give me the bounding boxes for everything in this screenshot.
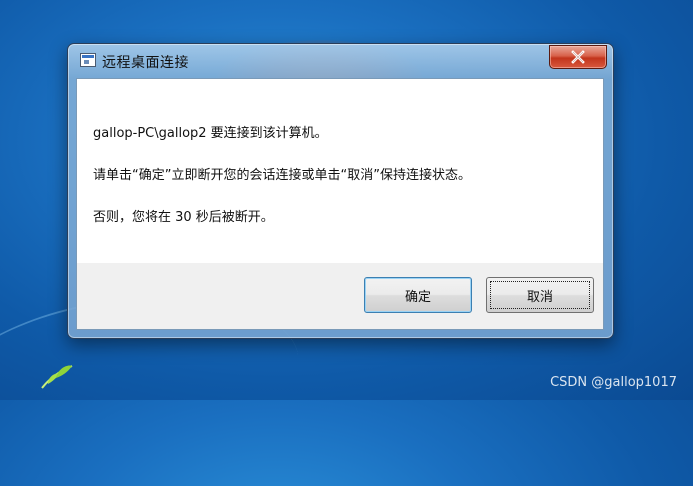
- watermark-text: CSDN @gallop1017: [550, 375, 677, 390]
- message-line-3: 否则，您将在 30 秒后被断开。: [93, 210, 274, 225]
- message-line-1: gallop-PC\gallop2 要连接到该计算机。: [93, 126, 328, 141]
- cancel-button[interactable]: 取消: [486, 277, 594, 313]
- window-app-icon: [80, 53, 96, 67]
- leaf-icon: [41, 365, 73, 389]
- close-icon: [571, 50, 585, 64]
- message-panel: gallop-PC\gallop2 要连接到该计算机。 请单击“确定”立即断开您…: [77, 79, 603, 263]
- window-title: 远程桌面连接: [102, 55, 189, 71]
- message-line-2: 请单击“确定”立即断开您的会话连接或单击“取消”保持连接状态。: [93, 168, 471, 183]
- close-button[interactable]: [549, 45, 607, 69]
- ok-button[interactable]: 确定: [364, 277, 472, 313]
- remote-desktop-dialog: 远程桌面连接 gallop-PC\gallop2 要连接到该计算机。 请单击“确…: [67, 43, 614, 339]
- title-bar[interactable]: 远程桌面连接: [68, 44, 613, 78]
- dialog-client-area: gallop-PC\gallop2 要连接到该计算机。 请单击“确定”立即断开您…: [76, 78, 604, 330]
